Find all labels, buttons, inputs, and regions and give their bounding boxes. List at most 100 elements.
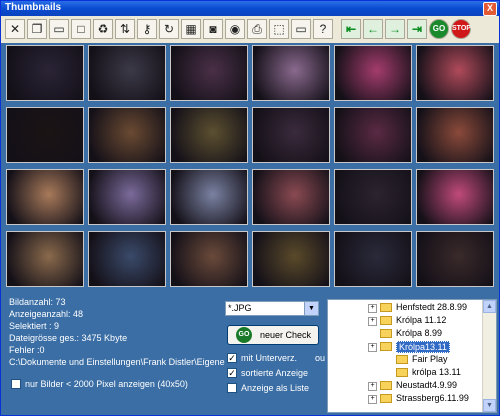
tree-scrollbar[interactable]: ▲ ▼ (482, 300, 496, 412)
expand-icon[interactable]: + (368, 317, 377, 326)
print-icon[interactable]: ⎙ (247, 19, 267, 39)
thumbnail-image[interactable] (6, 107, 84, 163)
thumbnail-photo (335, 46, 411, 100)
last-arrow-icon[interactable]: ⇥ (407, 19, 427, 39)
thumbnail-photo (171, 232, 247, 286)
key-icon[interactable]: ⚷ (137, 19, 157, 39)
pixel-filter-label: nur Bilder < 2000 Pixel anzeigen (40x50) (25, 379, 188, 389)
thumbnail-photo (7, 170, 83, 224)
window-icon[interactable]: □ (71, 19, 91, 39)
thumbnail-image[interactable] (416, 169, 494, 225)
calendar-icon[interactable]: ▦ (181, 19, 201, 39)
expand-icon[interactable]: + (368, 382, 377, 391)
folder-tree[interactable]: ▲ ▼ + Henfstedt 28.8.99 + Królpa 11.12 Królp… (327, 299, 497, 413)
rename-icon[interactable]: ⇅ (115, 19, 135, 39)
first-arrow-icon[interactable]: ⇤ (341, 19, 361, 39)
thumbnail-photo (89, 46, 165, 100)
thumbnail-image[interactable] (6, 45, 84, 101)
sorted-display-checkbox[interactable]: ✓ (227, 368, 237, 378)
thumbnail-image[interactable] (170, 107, 248, 163)
filetype-select[interactable]: *.JPG ▼ (225, 301, 319, 316)
thumbnail-image[interactable] (416, 231, 494, 287)
thumbnail-photo (417, 108, 493, 162)
thumbnail-photo (7, 46, 83, 100)
thumbnail-image[interactable] (334, 45, 412, 101)
folder-icon (396, 368, 408, 377)
thumbnail-image[interactable] (170, 231, 248, 287)
filetype-value: *.JPG (228, 303, 252, 313)
help-icon[interactable]: ? (313, 19, 333, 39)
thumbnail-image[interactable] (416, 107, 494, 163)
sorted-display-label: sortierte Anzeige (241, 368, 309, 378)
list-view-checkbox[interactable] (227, 383, 237, 393)
folder-icon (380, 329, 392, 338)
thumbnail-image[interactable] (88, 231, 166, 287)
cut-icon[interactable]: ✕ (5, 19, 25, 39)
pixel-filter-checkbox[interactable] (11, 379, 21, 389)
thumbnail-image[interactable] (170, 169, 248, 225)
crop-icon[interactable]: ⬚ (269, 19, 289, 39)
thumbnail-photo (171, 170, 247, 224)
thumbnail-photo (171, 46, 247, 100)
subdirs-checkbox[interactable]: ✓ (227, 353, 237, 363)
bottom-panel: Bildanzahl: 73 Anzeigeanzahl: 48 Selekti… (1, 295, 499, 415)
color-wheel-icon[interactable]: ◉ (225, 19, 245, 39)
folder-icon (380, 303, 392, 312)
thumbnail-photo (335, 232, 411, 286)
thumbnail-photo (417, 232, 493, 286)
expand-icon[interactable]: + (368, 395, 377, 404)
expand-icon[interactable]: + (368, 304, 377, 313)
expand-icon[interactable]: + (368, 343, 377, 352)
thumbnail-image[interactable] (334, 231, 412, 287)
thumbnail-image[interactable] (252, 45, 330, 101)
thumbnail-photo (171, 108, 247, 162)
tree-node-label: Fair Play (412, 354, 448, 364)
close-button[interactable]: X (483, 2, 497, 16)
thumbnail-image[interactable] (416, 45, 494, 101)
thumbnail-image[interactable] (88, 107, 166, 163)
thumbnail-photo (89, 232, 165, 286)
title-bar[interactable]: Thumbnails X (1, 1, 499, 16)
tree-node-label: Strassberg6.11.99 (396, 393, 469, 403)
thumbnail-image[interactable] (170, 45, 248, 101)
thumbnail-photo (89, 170, 165, 224)
recycle-bin-icon[interactable]: ♻ (93, 19, 113, 39)
folder-icon (380, 316, 392, 325)
tree-node-label: Neustadt4.9.99 (396, 380, 458, 390)
thumbnail-photo (253, 46, 329, 100)
error-count: Fehler :0 (9, 345, 45, 355)
chevron-down-icon[interactable]: ▼ (304, 302, 318, 315)
rotate-icon[interactable]: ↻ (159, 19, 179, 39)
scroll-up-icon[interactable]: ▲ (483, 300, 496, 313)
thumbnail-image[interactable] (252, 169, 330, 225)
thumbnail-photo (253, 108, 329, 162)
scroll-down-icon[interactable]: ▼ (483, 399, 496, 412)
stop-button[interactable]: STOP (451, 19, 471, 39)
forward-arrow-icon[interactable]: → (385, 19, 405, 39)
folder-icon (380, 342, 392, 351)
thumbnail-photo (335, 170, 411, 224)
thumbnail-image[interactable] (6, 169, 84, 225)
new-check-button[interactable]: GO neuer Check (227, 325, 319, 345)
tree-node-label: Królpa13.11 (396, 341, 450, 353)
thumbnail-image[interactable] (88, 45, 166, 101)
display-count: Anzeigeanzahl: 48 (9, 309, 84, 319)
go-button[interactable]: GO (429, 19, 449, 39)
open-folder-icon[interactable]: ▭ (49, 19, 69, 39)
copy-icon[interactable]: ❐ (27, 19, 47, 39)
back-arrow-icon[interactable]: ← (363, 19, 383, 39)
thumbnail-image[interactable] (252, 231, 330, 287)
thumbnail-image[interactable] (334, 169, 412, 225)
window-title: Thumbnails (5, 2, 62, 13)
list-view-label: Anzeige als Liste (241, 383, 310, 393)
thumbnail-image[interactable] (88, 169, 166, 225)
thumbnail-image[interactable] (6, 231, 84, 287)
thumbnail-image[interactable] (334, 107, 412, 163)
thumbnail-image[interactable] (252, 107, 330, 163)
tree-node-label: Królpa 11.12 (396, 315, 447, 325)
resize-icon[interactable]: ▭ (291, 19, 311, 39)
thumbnail-photo (253, 170, 329, 224)
stray-label: ou (315, 353, 326, 363)
camera-icon[interactable]: ◙ (203, 19, 223, 39)
thumbnail-photo (89, 108, 165, 162)
